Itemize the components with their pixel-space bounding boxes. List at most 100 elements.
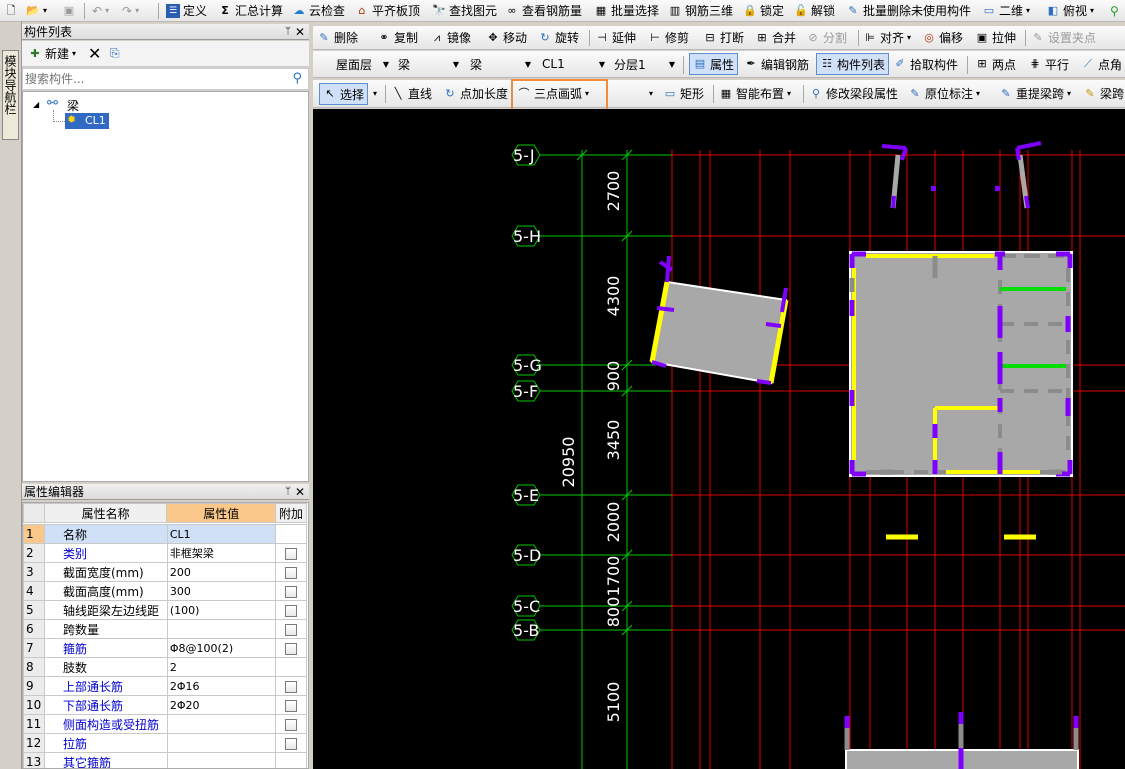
extra-checkbox[interactable] bbox=[285, 566, 298, 579]
delete-button[interactable]: ✎ 删除 bbox=[317, 26, 358, 49]
layer-dropdown[interactable]: 分层1 ▼ bbox=[609, 54, 679, 74]
align-dropdown[interactable]: ⊫ 对齐 ▾ bbox=[863, 26, 911, 49]
set-grip-button[interactable]: ✎ 设置夹点 bbox=[1031, 26, 1096, 49]
property-button[interactable]: ▤ 属性 bbox=[689, 53, 739, 75]
property-value[interactable]: CL1 bbox=[166, 524, 277, 544]
category-dropdown[interactable]: 梁 ▼ bbox=[393, 54, 463, 74]
property-row[interactable]: 6 跨数量 bbox=[23, 619, 307, 639]
property-row[interactable]: 4 截面高度(mm) 300 bbox=[23, 581, 307, 601]
re-extract-span-dropdown[interactable]: ✎ 重提梁跨 ▾ bbox=[999, 80, 1071, 107]
tree-item-cl1[interactable]: ✹ CL1 bbox=[65, 113, 109, 129]
property-value[interactable] bbox=[166, 714, 277, 734]
select-dropdown-arrow[interactable]: ▾ bbox=[373, 80, 377, 107]
point-length-button[interactable]: ↻ 点加长度 bbox=[443, 80, 508, 107]
menu-flush-slab-top[interactable]: ⌂ 平齐板顶 bbox=[355, 0, 421, 21]
shape-dropdown-arrow[interactable]: ▾ bbox=[649, 80, 653, 107]
point-angle-button[interactable]: ⟋ 点角 bbox=[1081, 51, 1122, 77]
extra-checkbox[interactable] bbox=[285, 547, 298, 560]
redo-icon[interactable]: ↷ ▾ bbox=[122, 0, 139, 21]
property-value[interactable]: 300 bbox=[166, 581, 277, 601]
parallel-button[interactable]: ⋕ 平行 bbox=[1028, 51, 1069, 77]
new-file-icon[interactable]: 🗋 bbox=[4, 0, 18, 21]
property-row[interactable]: 8 肢数 2 bbox=[23, 657, 307, 677]
property-value[interactable] bbox=[166, 733, 277, 753]
property-row[interactable]: 3 截面宽度(mm) 200 bbox=[23, 562, 307, 582]
property-value[interactable]: Φ8@100(2) bbox=[166, 638, 277, 658]
bottom-slab[interactable] bbox=[844, 712, 1079, 769]
menu-view-rebar-qty[interactable]: ∞ 查看钢筋量 bbox=[505, 0, 582, 21]
property-value[interactable]: 200 bbox=[166, 562, 277, 582]
in-situ-label-dropdown[interactable]: ✎ 原位标注 ▾ bbox=[908, 80, 980, 107]
component-list-button[interactable]: ☷ 构件列表 bbox=[816, 53, 890, 75]
type-dropdown[interactable]: 梁 ▼ bbox=[465, 54, 535, 74]
smart-layout-dropdown[interactable]: ▦ 智能布置 ▾ bbox=[719, 80, 791, 107]
undo-icon[interactable]: ↶ ▾ bbox=[92, 0, 109, 21]
select-button[interactable]: ↖ 选择 bbox=[319, 83, 369, 105]
property-row[interactable]: 5 轴线距梁左边线距 (100) bbox=[23, 600, 307, 620]
property-value[interactable]: 2 bbox=[166, 657, 277, 677]
break-button[interactable]: ⊟ 打断 bbox=[703, 26, 744, 49]
property-row[interactable]: 11 侧面构造或受扭筋 bbox=[23, 714, 307, 734]
menu-rebar-3d[interactable]: ▥ 钢筋三维 bbox=[668, 0, 733, 21]
property-row[interactable]: 13 其它箍筋 bbox=[23, 752, 307, 768]
module-nav-tab[interactable]: 模块导航栏 bbox=[2, 50, 19, 140]
main-slab[interactable] bbox=[849, 251, 1073, 477]
extra-checkbox[interactable] bbox=[285, 604, 298, 617]
mirror-button[interactable]: ⩘ 镜像 bbox=[430, 26, 471, 49]
property-row[interactable]: 2 类别 非框架梁 bbox=[23, 543, 307, 563]
component-search-input[interactable] bbox=[25, 71, 280, 87]
extra-checkbox[interactable] bbox=[285, 585, 298, 598]
extra-checkbox[interactable] bbox=[285, 642, 298, 655]
view-top-dropdown[interactable]: ◧ 俯视 ▾ bbox=[1046, 0, 1094, 21]
property-row[interactable]: 7 箍筋 Φ8@100(2) bbox=[23, 638, 307, 658]
menu-summary-calc[interactable]: Σ 汇总计算 bbox=[218, 0, 283, 21]
pin-icon[interactable]: ᛘ bbox=[285, 24, 291, 40]
move-button[interactable]: ✥ 移动 bbox=[486, 26, 527, 49]
extra-checkbox[interactable] bbox=[285, 737, 298, 750]
property-value[interactable]: 2Φ16 bbox=[166, 676, 277, 696]
menu-unlock[interactable]: 🔓 解锁 bbox=[794, 0, 835, 21]
property-row[interactable]: 1 名称 CL1 bbox=[23, 524, 307, 544]
save-icon[interactable]: ▣ bbox=[62, 0, 76, 21]
tree-root-beam[interactable]: 梁 bbox=[67, 97, 79, 114]
floor-dropdown[interactable]: 屋面层 ▼ bbox=[331, 54, 393, 74]
delete-component-icon[interactable]: ✕ bbox=[88, 41, 101, 66]
menu-define[interactable]: ☰ 定义 bbox=[166, 0, 207, 21]
menu-lock[interactable]: 🔒 锁定 bbox=[743, 0, 784, 21]
offset-button[interactable]: ◎ 偏移 bbox=[922, 26, 963, 49]
menu-find-element[interactable]: 🔭 查找图元 bbox=[432, 0, 497, 21]
merge-button[interactable]: ⊞ 合并 bbox=[755, 26, 796, 49]
edit-rebar-button[interactable]: ✒ 编辑钢筋 bbox=[744, 51, 809, 77]
menu-batch-select[interactable]: ▦ 批量选择 bbox=[594, 0, 659, 21]
property-row[interactable]: 12 拉筋 bbox=[23, 733, 307, 753]
copy-component-icon[interactable]: ⎘ bbox=[110, 41, 120, 66]
copy-button[interactable]: ⚭ 复制 bbox=[377, 26, 418, 49]
property-value[interactable] bbox=[166, 619, 277, 639]
property-row[interactable]: 9 上部通长筋 2Φ16 bbox=[23, 676, 307, 696]
extra-checkbox[interactable] bbox=[285, 680, 298, 693]
line-button[interactable]: ╲ 直线 bbox=[391, 80, 432, 107]
property-value[interactable]: 2Φ20 bbox=[166, 695, 277, 715]
property-value[interactable] bbox=[166, 752, 277, 768]
new-component-button[interactable]: ✚ 新建 ▾ bbox=[28, 41, 76, 66]
modify-beam-segment-button[interactable]: ⚲ 修改梁段属性 bbox=[809, 80, 898, 107]
extra-checkbox[interactable] bbox=[285, 699, 298, 712]
extend-button[interactable]: ⊣ 延伸 bbox=[595, 26, 636, 49]
close-icon[interactable]: ✕ bbox=[295, 484, 305, 500]
stretch-button[interactable]: ▣ 拉伸 bbox=[975, 26, 1016, 49]
open-file-icon[interactable]: 📂 ▾ bbox=[26, 0, 47, 21]
extra-checkbox[interactable] bbox=[285, 718, 298, 731]
tree-collapse-icon[interactable]: ◢ bbox=[33, 100, 39, 109]
rotate-button[interactable]: ↻ 旋转 bbox=[538, 26, 579, 49]
search-icon[interactable]: ⚲ bbox=[292, 71, 302, 86]
rectangle-button[interactable]: ▭ 矩形 bbox=[663, 80, 704, 107]
menu-batch-delete-unused[interactable]: ✎ 批量删除未使用构件 bbox=[846, 0, 971, 21]
cad-canvas[interactable]: 5-J 5-H 5-G 5-F 5-E 5-D 5-C 5-B 2700 430… bbox=[313, 109, 1125, 769]
property-row[interactable]: 10 下部通长筋 2Φ20 bbox=[23, 695, 307, 715]
view-2d-dropdown[interactable]: ▭ 二维 ▾ bbox=[982, 0, 1030, 21]
two-point-button[interactable]: ⊞ 两点 bbox=[975, 51, 1016, 77]
menu-cloud-check[interactable]: ☁ 云检查 bbox=[292, 0, 346, 21]
component-dropdown[interactable]: CL1 ▼ bbox=[537, 54, 609, 74]
beam-span-button[interactable]: ✎ 梁跨 bbox=[1083, 80, 1124, 107]
more-icon[interactable]: ⚲ bbox=[1110, 0, 1119, 21]
